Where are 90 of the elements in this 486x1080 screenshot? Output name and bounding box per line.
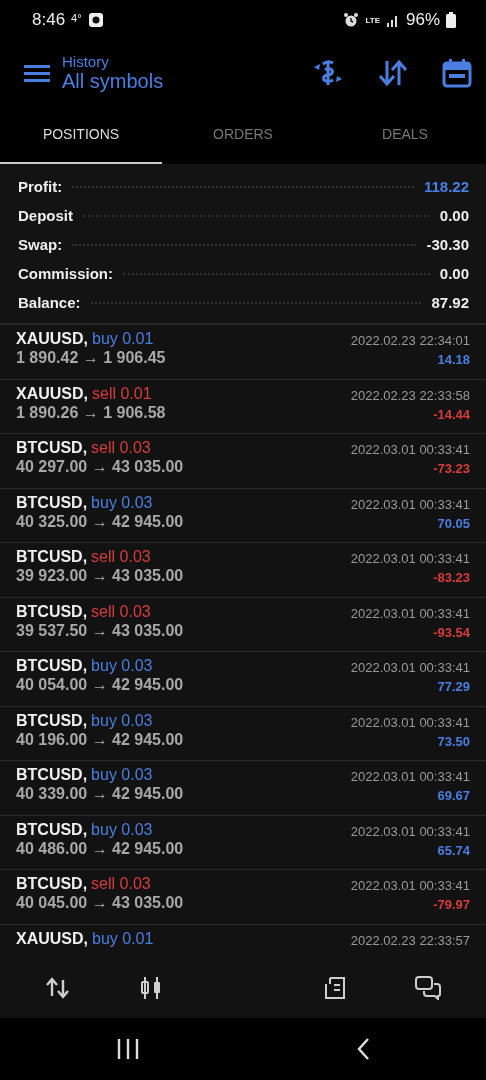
candlestick-chart-icon[interactable] (138, 976, 163, 1000)
price-range: 39 537.50 → 43 035.00 (16, 621, 184, 640)
price-range: 1 890.26 → 1 906.58 (16, 403, 166, 422)
trade-type: buy 0.03 (91, 820, 153, 839)
price-range: 39 923.00 → 43 035.00 (16, 567, 184, 585)
menu-icon[interactable] (24, 63, 50, 83)
trade-type: buy 0.01 (92, 929, 154, 948)
timestamp: 2022.03.01 00:33:41 (350, 769, 470, 784)
dollar-exchange-icon[interactable] (312, 58, 344, 88)
profit-value: -83.23 (433, 570, 470, 585)
timestamp: 2022.03.01 00:33:41 (350, 442, 470, 457)
summary-label: Swap: (18, 236, 63, 253)
signal-icon (385, 13, 400, 27)
profit-value: 77.29 (437, 679, 470, 694)
messages-icon[interactable] (414, 976, 441, 1000)
symbol: BTCUSD, (16, 766, 88, 784)
symbol: BTCUSD, (16, 657, 88, 675)
symbol: XAUUSD, (16, 330, 88, 348)
battery-icon (446, 12, 456, 28)
tab[interactable]: DEALS (324, 106, 486, 164)
trade-type: buy 0.03 (91, 711, 153, 730)
status-time: 8:46 (32, 10, 66, 30)
profit-value: -73.23 (433, 461, 470, 476)
network-type: LTE (365, 15, 380, 25)
symbol: XAUUSD, (16, 929, 88, 948)
trade-type: buy 0.01 (92, 330, 154, 348)
battery-level: 96% (405, 10, 440, 30)
trade-type: buy 0.03 (91, 766, 153, 784)
timestamp: 2022.02.23 22:33:57 (350, 932, 470, 948)
sort-icon[interactable] (378, 59, 408, 87)
timestamp: 2022.03.01 00:33:41 (350, 823, 470, 839)
back-icon[interactable] (355, 1037, 370, 1061)
trade-type: sell 0.01 (92, 384, 152, 403)
summary-value: 118.22 (423, 178, 469, 195)
summary-value: 0.00 (439, 207, 469, 224)
price-range: 40 325.00 → 42 945.00 (16, 512, 184, 531)
timestamp: 2022.03.01 00:33:41 (350, 714, 470, 730)
symbol: BTCUSD, (16, 493, 88, 512)
trade-type: sell 0.03 (91, 548, 151, 566)
journal-icon[interactable] (323, 976, 348, 1000)
profit-value: 70.05 (437, 515, 470, 531)
summary-value: -30.30 (426, 236, 469, 253)
profit-value: 65.74 (437, 842, 470, 858)
profit-value: 73.50 (437, 733, 470, 749)
temperature: 4° (71, 12, 82, 24)
price-range: 40 486.00 → 42 945.00 (16, 839, 184, 858)
symbol: BTCUSD, (16, 820, 88, 839)
profit-value: 14.18 (437, 352, 470, 367)
price-range: 40 045.00 → 43 035.00 (16, 894, 184, 912)
summary-value: 0.00 (439, 265, 469, 282)
tab[interactable]: ORDERS (162, 106, 324, 164)
symbol: BTCUSD, (16, 711, 88, 730)
profit-value: -14.44 (433, 406, 470, 422)
symbol-selector[interactable]: All symbols (62, 70, 312, 93)
profit-value: 69.67 (437, 788, 470, 803)
timestamp: 2022.03.01 00:33:41 (350, 605, 470, 621)
symbol: BTCUSD, (16, 439, 88, 457)
price-range: 1 890.42 → 1 906.45 (16, 349, 166, 367)
symbol: BTCUSD, (16, 548, 88, 566)
price-range: 40 054.00 → 42 945.00 (16, 676, 184, 694)
profit-value: -79.97 (433, 897, 470, 912)
recent-apps-icon[interactable] (116, 1038, 141, 1060)
timestamp: 2022.02.23 22:34:01 (350, 333, 470, 348)
price-range: 40 297.00 → 43 035.00 (16, 458, 184, 476)
trade-type: sell 0.03 (91, 602, 151, 621)
screen-subtitle: History (62, 53, 110, 70)
quotes-icon[interactable] (46, 977, 71, 999)
symbol: BTCUSD, (16, 602, 88, 621)
summary-label: Deposit (18, 207, 73, 224)
timestamp: 2022.03.01 00:33:41 (350, 878, 470, 893)
timestamp: 2022.03.01 00:33:41 (350, 496, 470, 512)
trade-type: buy 0.03 (91, 657, 153, 675)
timestamp: 2022.03.01 00:33:41 (350, 551, 470, 566)
summary-label: Commission: (18, 265, 113, 282)
timestamp: 2022.03.01 00:33:41 (350, 660, 470, 675)
price-range: 40 339.00 → 42 945.00 (16, 785, 184, 803)
summary-label: Balance: (18, 294, 81, 311)
trade-type: buy 0.03 (91, 493, 153, 512)
price-range: 40 196.00 → 42 945.00 (16, 730, 184, 749)
timestamp: 2022.02.23 22:33:58 (350, 387, 470, 403)
trade-type: sell 0.03 (91, 875, 151, 893)
app-notification-icon (87, 12, 104, 28)
trade-type: sell 0.03 (91, 439, 151, 457)
summary-label: Profit: (18, 178, 63, 195)
calendar-icon[interactable] (442, 58, 472, 88)
summary-value: 87.92 (431, 294, 469, 311)
alarm-icon (343, 12, 360, 28)
profit-value: -93.54 (433, 624, 470, 640)
symbol: XAUUSD, (16, 384, 88, 403)
symbol: BTCUSD, (16, 875, 88, 893)
